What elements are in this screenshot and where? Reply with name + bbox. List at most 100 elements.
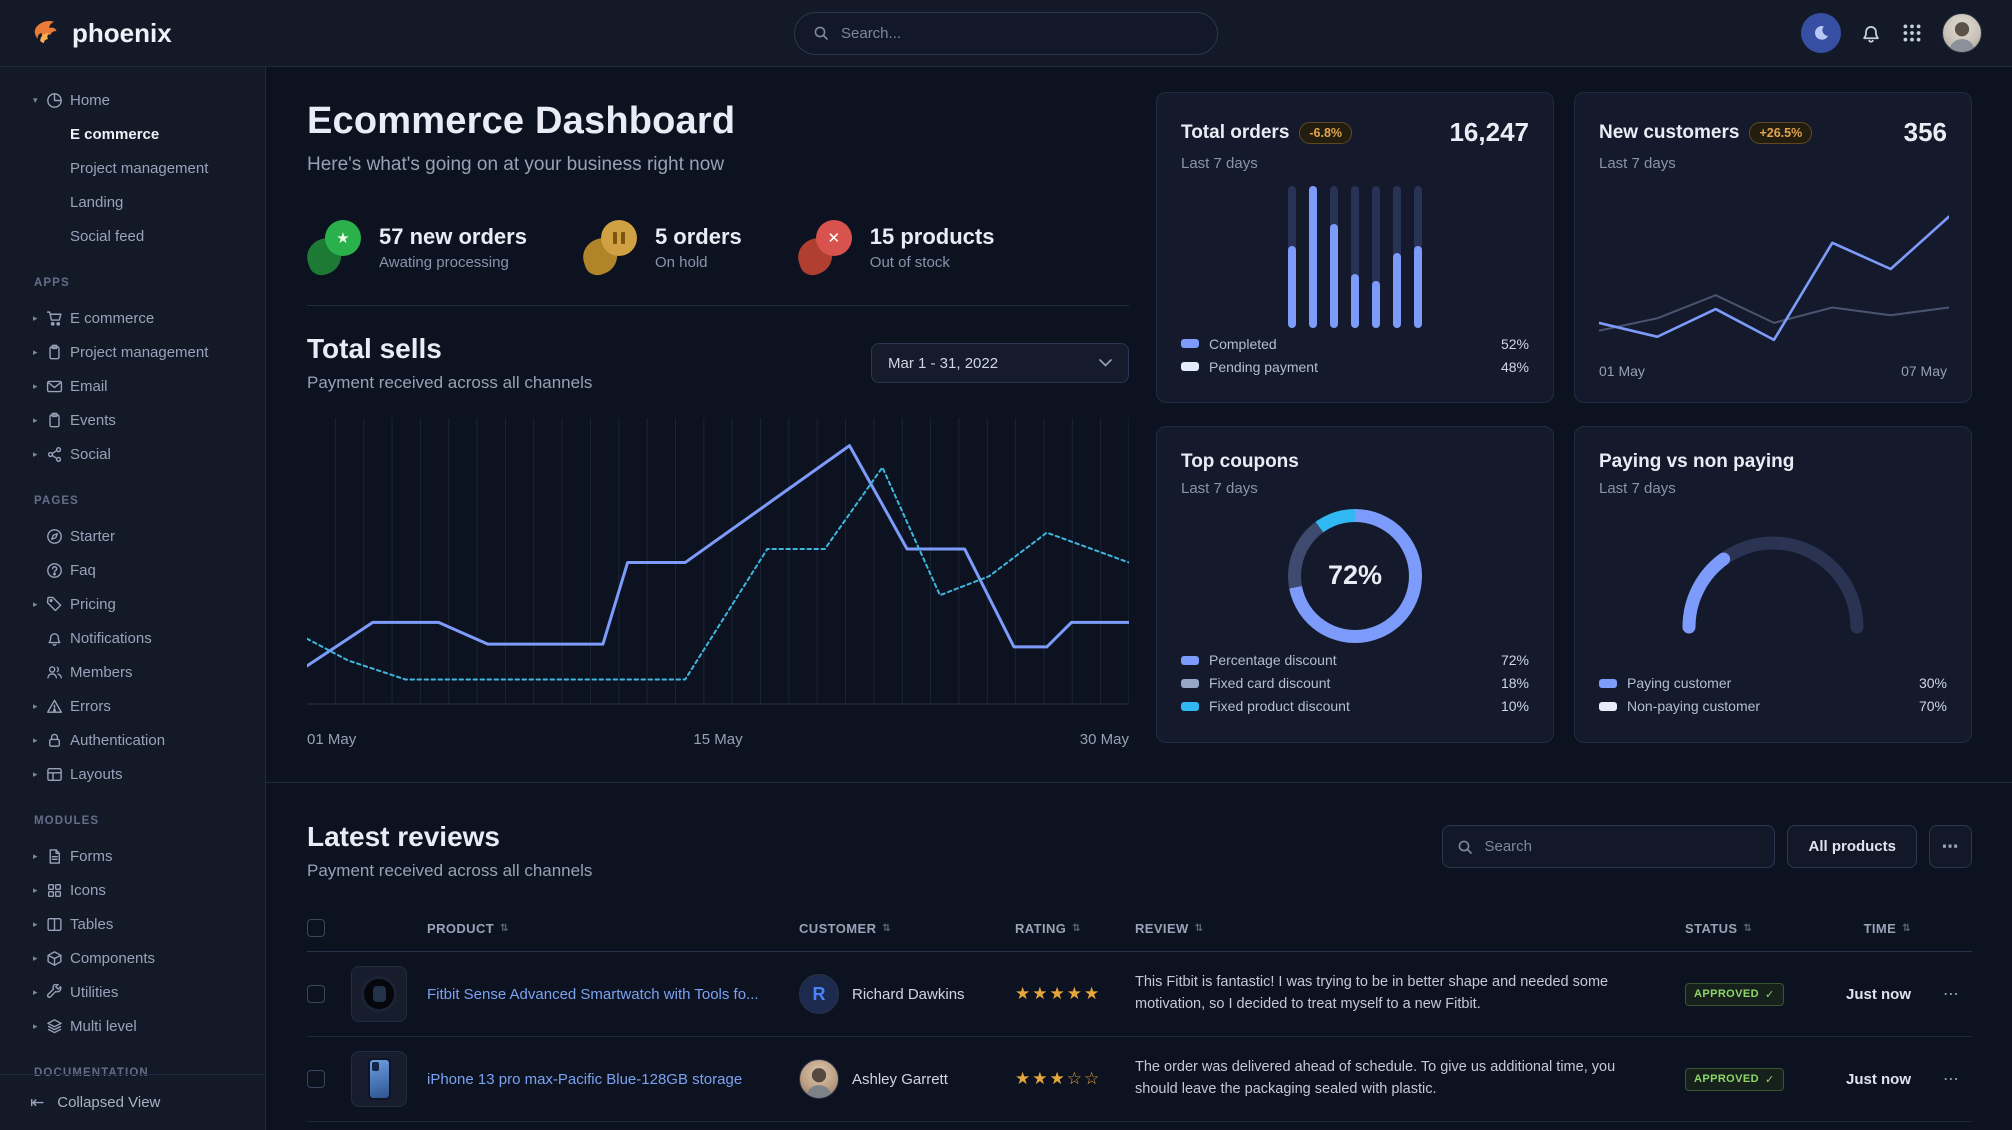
theme-toggle-button[interactable] [1801, 13, 1841, 53]
sidebar-item-tables[interactable]: ▸ Tables [0, 907, 265, 941]
reviews-search-input[interactable]: Search [1442, 825, 1775, 868]
pause-icon [601, 220, 637, 256]
sidebar-subitem-project-management[interactable]: Project management [0, 151, 265, 185]
column-header-rating[interactable]: RATING⇅ [1015, 921, 1135, 936]
orders-bar-chart [1288, 186, 1422, 328]
sidebar-item-components[interactable]: ▸ Components [0, 941, 265, 975]
select-all-checkbox[interactable] [307, 919, 325, 937]
collapse-sidebar-button[interactable]: ⇤ Collapsed View [0, 1074, 265, 1130]
stat-item: 5 orders On hold [583, 220, 742, 274]
product-thumbnail[interactable] [351, 966, 407, 1022]
product-thumbnail[interactable] [351, 1051, 407, 1107]
sidebar-item-email[interactable]: ▸ Email [0, 369, 265, 403]
caret-down-icon: ▾ [33, 95, 46, 106]
legend-row: Fixed card discount 18% [1181, 672, 1529, 695]
clipboard-icon [46, 412, 70, 429]
notifications-button[interactable] [1860, 22, 1882, 44]
sidebar-item-icons[interactable]: ▸ Icons [0, 873, 265, 907]
sidebar-item-utilities[interactable]: ▸ Utilities [0, 975, 265, 1009]
legend-swatch [1181, 702, 1199, 711]
brand-name: phoenix [72, 18, 172, 49]
sidebar-item-home[interactable]: ▾ Home [0, 83, 265, 117]
x-tick: 01 May [1599, 363, 1645, 379]
sidebar-item-errors[interactable]: ▸ Errors [0, 689, 265, 723]
column-header-review[interactable]: REVIEW⇅ [1135, 921, 1685, 936]
column-header-product[interactable]: PRODUCT⇅ [427, 921, 799, 936]
customer-avatar[interactable]: R [799, 974, 839, 1014]
latest-reviews-section: Latest reviews Payment received across a… [266, 782, 2012, 1130]
customer-avatar[interactable] [799, 1059, 839, 1099]
column-header-time[interactable]: TIME⇅ [1815, 921, 1931, 936]
column-header-status[interactable]: STATUS⇅ [1685, 921, 1815, 936]
table-row: It's a Mac, after all. Once you've gone … [307, 1122, 1972, 1130]
review-time: Just now [1815, 1071, 1931, 1088]
sidebar-item-members[interactable]: Members [0, 655, 265, 689]
global-search-input[interactable]: Search... [794, 12, 1218, 55]
file-icon [46, 848, 70, 865]
legend-swatch [1181, 656, 1199, 665]
sidebar-item-project-management[interactable]: ▸ Project management [0, 335, 265, 369]
users-icon [46, 664, 70, 681]
total-sells-chart: 01 May15 May30 May [307, 418, 1129, 748]
sidebar-item-notifications[interactable]: Notifications [0, 621, 265, 655]
x-tick: 07 May [1901, 363, 1947, 379]
legend-row: Completed 52% [1181, 332, 1529, 355]
all-products-button[interactable]: All products [1787, 825, 1917, 868]
reviews-table: PRODUCT⇅ CUSTOMER⇅ RATING⇅ REVIEW⇅ STATU… [307, 907, 1972, 1130]
sidebar-item-events[interactable]: ▸ Events [0, 403, 265, 437]
column-header-customer[interactable]: CUSTOMER⇅ [799, 921, 1015, 936]
legend-row: Paying customer 30% [1599, 672, 1947, 695]
status-badge: APPROVED✓ [1685, 983, 1784, 1006]
sidebar-item-pricing[interactable]: ▸ Pricing [0, 587, 265, 621]
top-coupons-card: Top coupons Last 7 days 72% Percentage d… [1156, 426, 1554, 743]
legend-swatch [1181, 339, 1199, 348]
sidebar-subitem-social-feed[interactable]: Social feed [0, 219, 265, 253]
legend-swatch [1599, 679, 1617, 688]
user-avatar[interactable] [1942, 13, 1982, 53]
bell-icon [1860, 22, 1882, 44]
lock-icon [46, 732, 70, 749]
bar [1372, 186, 1380, 328]
apps-menu-button[interactable] [1901, 22, 1923, 44]
collapse-icon: ⇤ [30, 1093, 44, 1113]
sort-icon: ⇅ [500, 923, 509, 934]
sidebar-subitem-e-commerce[interactable]: E commerce [0, 117, 265, 151]
product-link[interactable]: iPhone 13 pro max-Pacific Blue-128GB sto… [427, 1071, 777, 1088]
row-checkbox[interactable] [307, 1070, 325, 1088]
review-text: This Fitbit is fantastic! I was trying t… [1135, 972, 1685, 1016]
donut-center-label: 72% [1328, 560, 1382, 591]
layout-icon [46, 766, 70, 783]
grid-icon [46, 882, 70, 899]
stat-icon [583, 220, 639, 274]
more-options-button[interactable]: ⋯ [1929, 825, 1972, 868]
row-checkbox[interactable] [307, 985, 325, 1003]
sidebar-item-starter[interactable]: Starter [0, 519, 265, 553]
sidebar-item-e-commerce[interactable]: ▸ E commerce [0, 301, 265, 335]
date-range-select[interactable]: Mar 1 - 31, 2022 [871, 343, 1129, 383]
date-range-value: Mar 1 - 31, 2022 [888, 355, 998, 372]
sidebar-item-forms[interactable]: ▸ Forms [0, 839, 265, 873]
wrench-icon [46, 984, 70, 1001]
sidebar-item-multi-level[interactable]: ▸ Multi level [0, 1009, 265, 1043]
stat-item: ★ 57 new orders Awating processing [307, 220, 527, 274]
brand[interactable]: phoenix [30, 18, 172, 49]
card-title: New customers [1599, 122, 1739, 144]
total-sells-subtitle: Payment received across all channels [307, 373, 592, 393]
sidebar-item-layouts[interactable]: ▸ Layouts [0, 757, 265, 791]
sidebar-subitem-landing[interactable]: Landing [0, 185, 265, 219]
clipboard-icon [46, 344, 70, 361]
review-time: Just now [1815, 986, 1931, 1003]
rating-stars: ★★★☆☆ [1015, 1069, 1135, 1089]
row-actions-button[interactable]: ⋯ [1931, 1069, 1972, 1089]
row-actions-button[interactable]: ⋯ [1931, 984, 1972, 1004]
card-period: Last 7 days [1181, 480, 1529, 497]
new-customers-value: 356 [1904, 117, 1947, 148]
search-placeholder: Search... [841, 25, 901, 42]
sort-icon: ⇅ [1743, 923, 1752, 934]
main-content: Ecommerce Dashboard Here's what's going … [266, 67, 2012, 1130]
sidebar-item-faq[interactable]: Faq [0, 553, 265, 587]
customer-cell: R Richard Dawkins [799, 974, 1015, 1014]
sidebar-item-social[interactable]: ▸ Social [0, 437, 265, 471]
product-link[interactable]: Fitbit Sense Advanced Smartwatch with To… [427, 986, 777, 1003]
sidebar-item-authentication[interactable]: ▸ Authentication [0, 723, 265, 757]
